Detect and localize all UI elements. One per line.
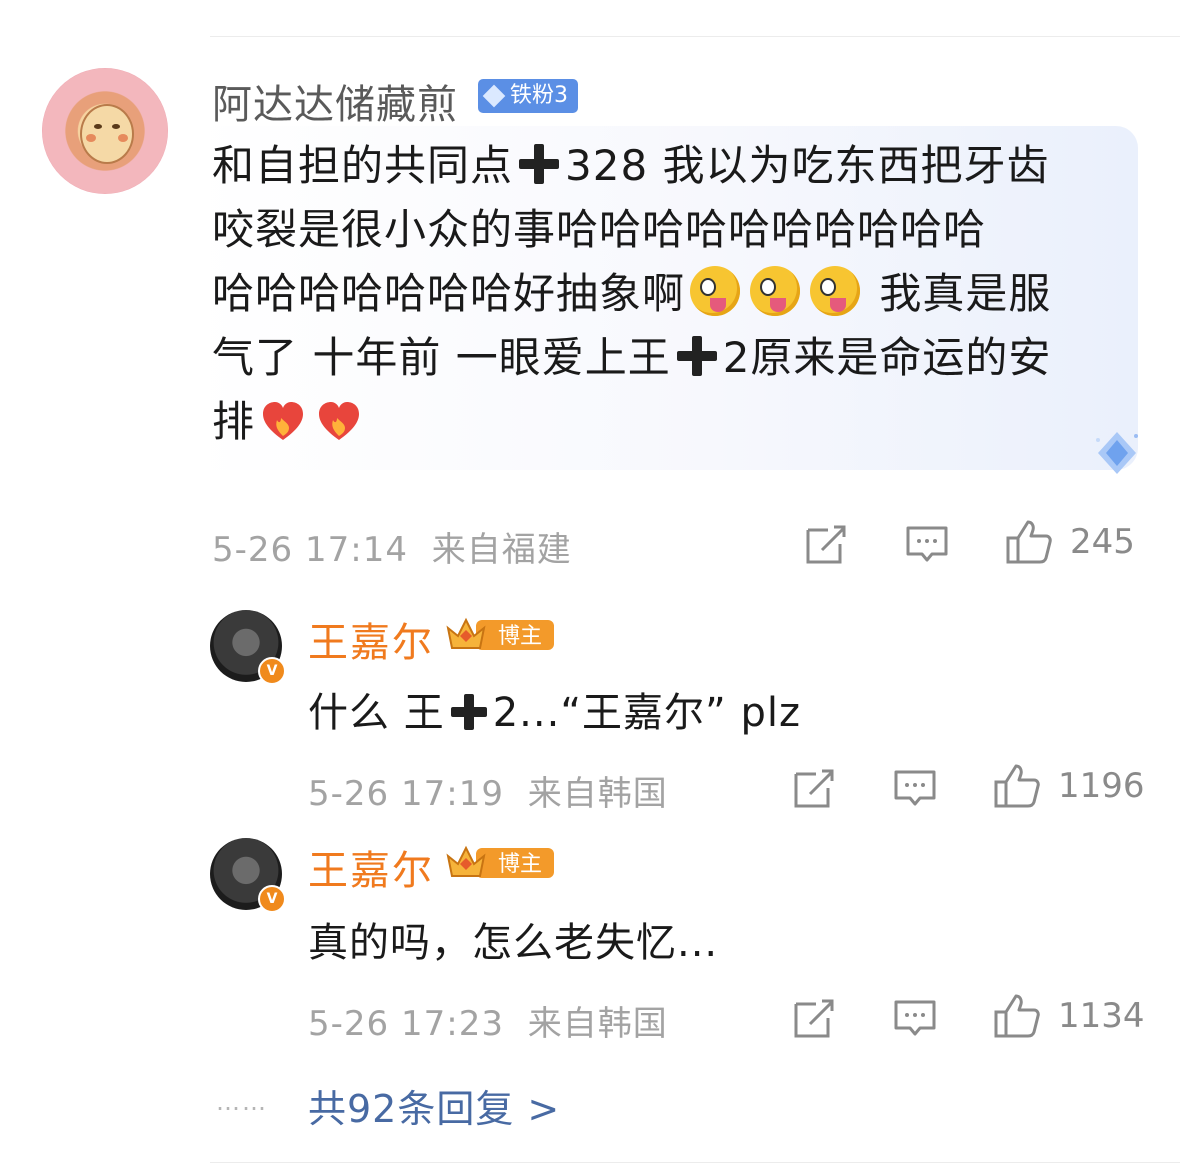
like-count: 1196 <box>1058 766 1145 806</box>
comment-meta: 5-26 17:14 来自福建 <box>212 522 572 571</box>
bottom-divider <box>210 1162 1180 1163</box>
comment-line-3: 哈哈哈哈哈哈哈好抽象啊 我真是服 <box>212 262 1122 326</box>
share-icon[interactable] <box>792 996 836 1040</box>
fan-badge-label: 铁粉3 <box>510 83 568 108</box>
view-more-replies-link[interactable]: 共92条回复 > <box>308 1078 560 1133</box>
reply-meta: 5-26 17:23 来自韩国 <box>308 996 668 1045</box>
commenter-avatar[interactable] <box>42 68 168 194</box>
verified-v-icon: V <box>258 657 286 685</box>
comment-icon[interactable] <box>892 996 938 1040</box>
comment-timestamp: 5-26 17:14 <box>212 530 408 570</box>
comment-icon[interactable] <box>904 522 950 566</box>
reply-author-name[interactable]: 王嘉尔 <box>308 838 434 896</box>
reply-location: 来自韩国 <box>527 774 668 814</box>
like-count: 245 <box>1070 522 1135 562</box>
comment-line-4: 气了 十年前 一眼爱上王 2原来是命运的安 <box>212 333 1052 382</box>
reply-author-name[interactable]: 王嘉尔 <box>308 610 434 668</box>
verified-v-icon: V <box>258 885 286 913</box>
comment-icon[interactable] <box>892 766 938 810</box>
more-replies-dots: …… <box>216 1088 268 1116</box>
blogger-badge-label: 博主 <box>498 852 543 877</box>
fan-diamond-decoration-icon <box>1096 432 1138 474</box>
comment-location: 来自福建 <box>431 530 572 570</box>
share-icon[interactable] <box>804 522 848 566</box>
heart-on-fire-emoji-icon <box>263 402 304 440</box>
thumbs-up-icon[interactable] <box>992 762 1042 810</box>
fan-level-badge[interactable]: 铁粉3 <box>478 79 578 113</box>
reply-timestamp: 5-26 17:23 <box>308 1004 504 1044</box>
share-icon[interactable] <box>792 766 836 810</box>
reply-timestamp: 5-26 17:19 <box>308 774 504 814</box>
plus-icon <box>675 336 719 376</box>
blogger-badge-label: 博主 <box>498 624 543 649</box>
zany-face-emoji-icon <box>810 266 861 316</box>
comment-line-2: 咬裂是很小众的事哈哈哈哈哈哈哈哈哈哈 <box>212 205 987 254</box>
zany-face-emoji-icon <box>750 266 801 316</box>
thumbs-up-icon[interactable] <box>1004 518 1054 566</box>
top-divider <box>210 36 1180 37</box>
plus-icon <box>517 144 561 184</box>
zany-face-emoji-icon <box>690 266 741 316</box>
reply-meta: 5-26 17:19 来自韩国 <box>308 766 668 815</box>
plus-icon <box>449 694 489 730</box>
comment-line-1: 和自担的共同点 328 我以为吃东西把牙齿 <box>212 141 1050 190</box>
like-count: 1134 <box>1058 996 1145 1036</box>
reply-location: 来自韩国 <box>527 1004 668 1044</box>
diamond-icon <box>482 84 506 108</box>
avatar-face-illustration <box>80 104 134 164</box>
heart-on-fire-emoji-icon <box>319 402 360 440</box>
thumbs-up-icon[interactable] <box>992 992 1042 1040</box>
commenter-name[interactable]: 阿达达储藏煎 <box>212 72 458 130</box>
reply-text: 什么 王 2...“王嘉尔” plz <box>308 690 801 736</box>
comment-line-5: 排 <box>212 390 1122 454</box>
comment-text: 和自担的共同点 328 我以为吃东西把牙齿 咬裂是很小众的事哈哈哈哈哈哈哈哈哈哈 … <box>212 134 1122 454</box>
reply-text: 真的吗，怎么老失忆... <box>308 920 719 966</box>
